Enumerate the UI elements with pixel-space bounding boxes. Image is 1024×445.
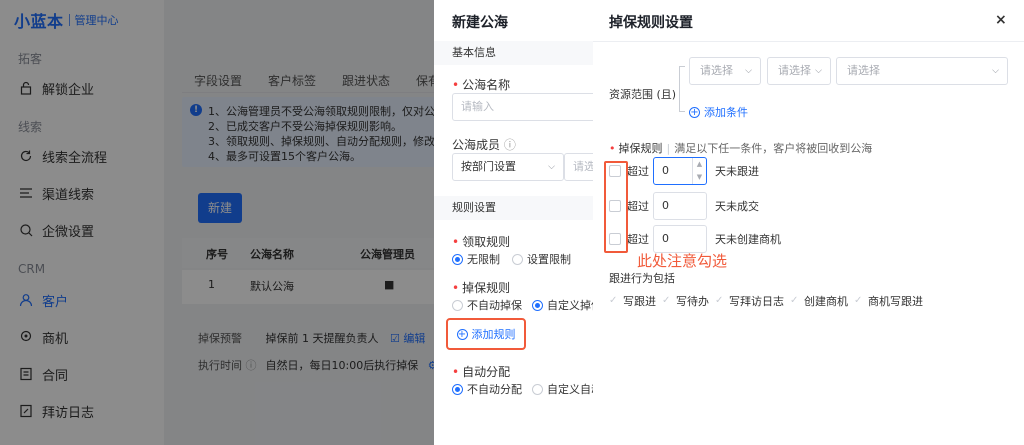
condition-field-select[interactable]: 请选择 ⌵ — [689, 57, 761, 85]
follow-actions-list: ✓ 写跟进 ✓ 写待办 ✓ 写拜访日志 ✓ 创建商机 ✓ 商机写跟进 — [609, 293, 929, 309]
claim-rule-label: • 领取规则 — [452, 235, 511, 249]
check-icon: ✓ — [854, 295, 863, 306]
radio-unlimited[interactable] — [452, 253, 463, 265]
select-placeholder: 请选择 — [700, 64, 733, 77]
add-condition-label: 添加条件 — [704, 106, 748, 119]
pool-name-label: • 公海名称 — [452, 78, 511, 92]
follow-action-item[interactable]: ✓ 写待办 — [662, 293, 709, 309]
pool-name-input[interactable]: 请输入 — [452, 93, 594, 121]
follow-action-item[interactable]: ✓ 写跟进 — [609, 293, 656, 309]
number-stepper[interactable]: ▲ ▼ — [692, 158, 706, 184]
check-icon: ✓ — [790, 295, 799, 306]
select-placeholder: 请选择 — [847, 64, 880, 77]
days-input[interactable]: 0 — [653, 192, 707, 220]
radio-label: 自定义掉保 — [547, 299, 594, 312]
drop-rule-header: • 掉保规则 | 满足以下任一条件，客户将被回收到公海 — [609, 142, 873, 155]
resource-scope-label: 资源范围 (且) — [609, 88, 677, 101]
drawer-title: 掉保规则设置 — [609, 15, 693, 31]
rule-prefix: 超过 — [627, 165, 649, 178]
drawer-divider — [593, 41, 1024, 42]
add-condition-button[interactable]: + 添加条件 — [689, 104, 748, 120]
radio-custom-drop[interactable] — [532, 299, 543, 311]
radio-no-auto-assign[interactable] — [452, 383, 463, 395]
section-rules: 规则设置 — [434, 196, 594, 220]
radio-custom-assign[interactable] — [532, 383, 543, 395]
days-value: 0 — [662, 232, 669, 245]
plus-circle-icon: + — [689, 106, 700, 118]
rule-row-no-follow: 超过 0 ▲ ▼ 天未跟进 — [609, 157, 759, 185]
rule-unit: 天未创建商机 — [715, 233, 781, 246]
drop-rule-label: • 掉保规则 — [452, 281, 511, 295]
days-value: 0 — [662, 164, 669, 177]
annotation-highlight-box — [604, 161, 628, 253]
rule-unit: 天未成交 — [715, 200, 759, 213]
chevron-down-icon: ⌵ — [548, 162, 555, 172]
drop-rule-title: 掉保规则 — [618, 142, 663, 155]
days-input[interactable]: 0 ▲ ▼ — [653, 157, 707, 185]
radio-label: 自定义自动 — [547, 383, 594, 396]
plus-circle-icon: + — [456, 328, 468, 340]
days-input[interactable]: 0 — [653, 225, 707, 253]
drawer-title: 新建公海 — [452, 15, 508, 31]
add-rule-button[interactable]: + 添加规则 — [446, 318, 526, 350]
days-value: 0 — [662, 199, 669, 212]
help-icon: ⓘ — [503, 138, 516, 152]
rule-row-no-deal: 超过 0 天未成交 — [609, 192, 759, 220]
rule-prefix: 超过 — [627, 233, 649, 246]
radio-label: 不自动掉保 — [467, 299, 522, 312]
chevron-down-icon: ⌵ — [815, 66, 822, 76]
follow-actions-title: 跟进行为包括 — [609, 272, 675, 285]
condition-operator-select[interactable]: 请选择 ⌵ — [767, 57, 831, 85]
and-bracket — [679, 66, 685, 112]
auto-assign-options: 不自动分配 自定义自动 — [452, 381, 594, 397]
follow-action-item[interactable]: ✓ 创建商机 — [790, 293, 848, 309]
radio-label: 无限制 — [467, 253, 500, 266]
follow-action-item[interactable]: ✓ 写拜访日志 — [715, 293, 784, 309]
drop-rule-options: 不自动掉保 自定义掉保 — [452, 297, 594, 313]
section-basic-info: 基本信息 — [434, 41, 594, 65]
rule-row-no-opportunity: 超过 0 天未创建商机 — [609, 225, 781, 253]
rule-prefix: 超过 — [627, 200, 649, 213]
pool-members-label: 公海成员 ⓘ — [452, 138, 516, 152]
auto-assign-label: • 自动分配 — [452, 365, 511, 379]
annotation-note: 此处注意勾选 — [637, 252, 728, 270]
new-pool-drawer: 新建公海 基本信息 • 公海名称 请输入 公海成员 ⓘ 按部门设置 ⌵ 请选 规则设… — [434, 0, 594, 445]
follow-action-item[interactable]: ✓ 商机写跟进 — [854, 293, 923, 309]
stepper-down-icon: ▼ — [696, 173, 703, 181]
chevron-down-icon: ⌵ — [745, 66, 752, 76]
check-icon: ✓ — [609, 295, 618, 306]
members-select[interactable]: 请选 — [564, 153, 594, 181]
condition-value-select[interactable]: 请选择 ⌵ — [836, 57, 1008, 85]
drop-rule-settings-drawer: 掉保规则设置 × 资源范围 (且) 请选择 ⌵ 请选择 ⌵ 请选择 ⌵ + 添加… — [593, 0, 1024, 445]
radio-no-auto-drop[interactable] — [452, 299, 463, 311]
close-icon[interactable]: × — [995, 12, 1007, 28]
check-icon: ✓ — [662, 295, 671, 306]
members-mode-select[interactable]: 按部门设置 ⌵ — [452, 153, 564, 181]
radio-label: 设置限制 — [527, 253, 571, 266]
add-rule-label: 添加规则 — [471, 328, 516, 341]
claim-rule-options: 无限制 设置限制 — [452, 251, 571, 267]
radio-label: 不自动分配 — [467, 383, 522, 396]
stepper-up-icon: ▲ — [696, 160, 703, 168]
select-placeholder: 请选择 — [778, 64, 811, 77]
drop-rule-desc: 满足以下任一条件，客户将被回收到公海 — [674, 142, 873, 155]
check-icon: ✓ — [715, 295, 724, 306]
chevron-down-icon: ⌵ — [992, 66, 999, 76]
radio-set-limit[interactable] — [512, 253, 523, 265]
rule-unit: 天未跟进 — [715, 165, 759, 178]
